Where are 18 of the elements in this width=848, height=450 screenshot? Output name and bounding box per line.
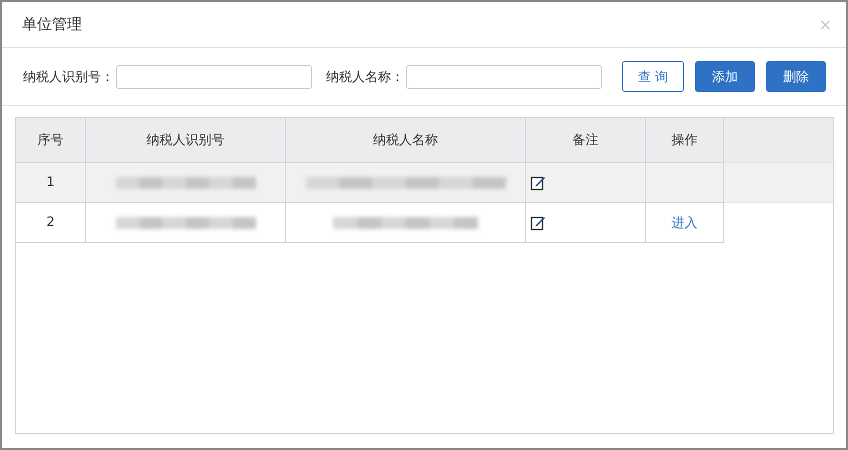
edit-note-icon[interactable] — [530, 174, 546, 190]
search-button[interactable]: 查 询 — [622, 61, 684, 92]
table-cell: 1 — [16, 163, 86, 203]
window-title: 单位管理 — [22, 15, 82, 34]
action-button[interactable]: 添加 — [695, 61, 755, 92]
filter-label: 纳税人识别号： — [23, 68, 114, 86]
column-header: 序号 — [16, 118, 86, 163]
column-header: 操作 — [646, 118, 724, 163]
input-field[interactable] — [406, 64, 602, 88]
enter-link[interactable]: 进入 — [672, 214, 698, 232]
column-header: 备注 — [526, 118, 646, 163]
action-button[interactable]: 删除 — [766, 61, 826, 92]
filter-label: 纳税人名称： — [326, 68, 404, 86]
table-cell: 2 — [16, 203, 86, 243]
edit-note-icon[interactable] — [530, 214, 546, 230]
input-field[interactable] — [116, 64, 312, 88]
column-header: 纳税人名称 — [286, 118, 526, 163]
column-header: 纳税人识别号 — [86, 118, 286, 163]
